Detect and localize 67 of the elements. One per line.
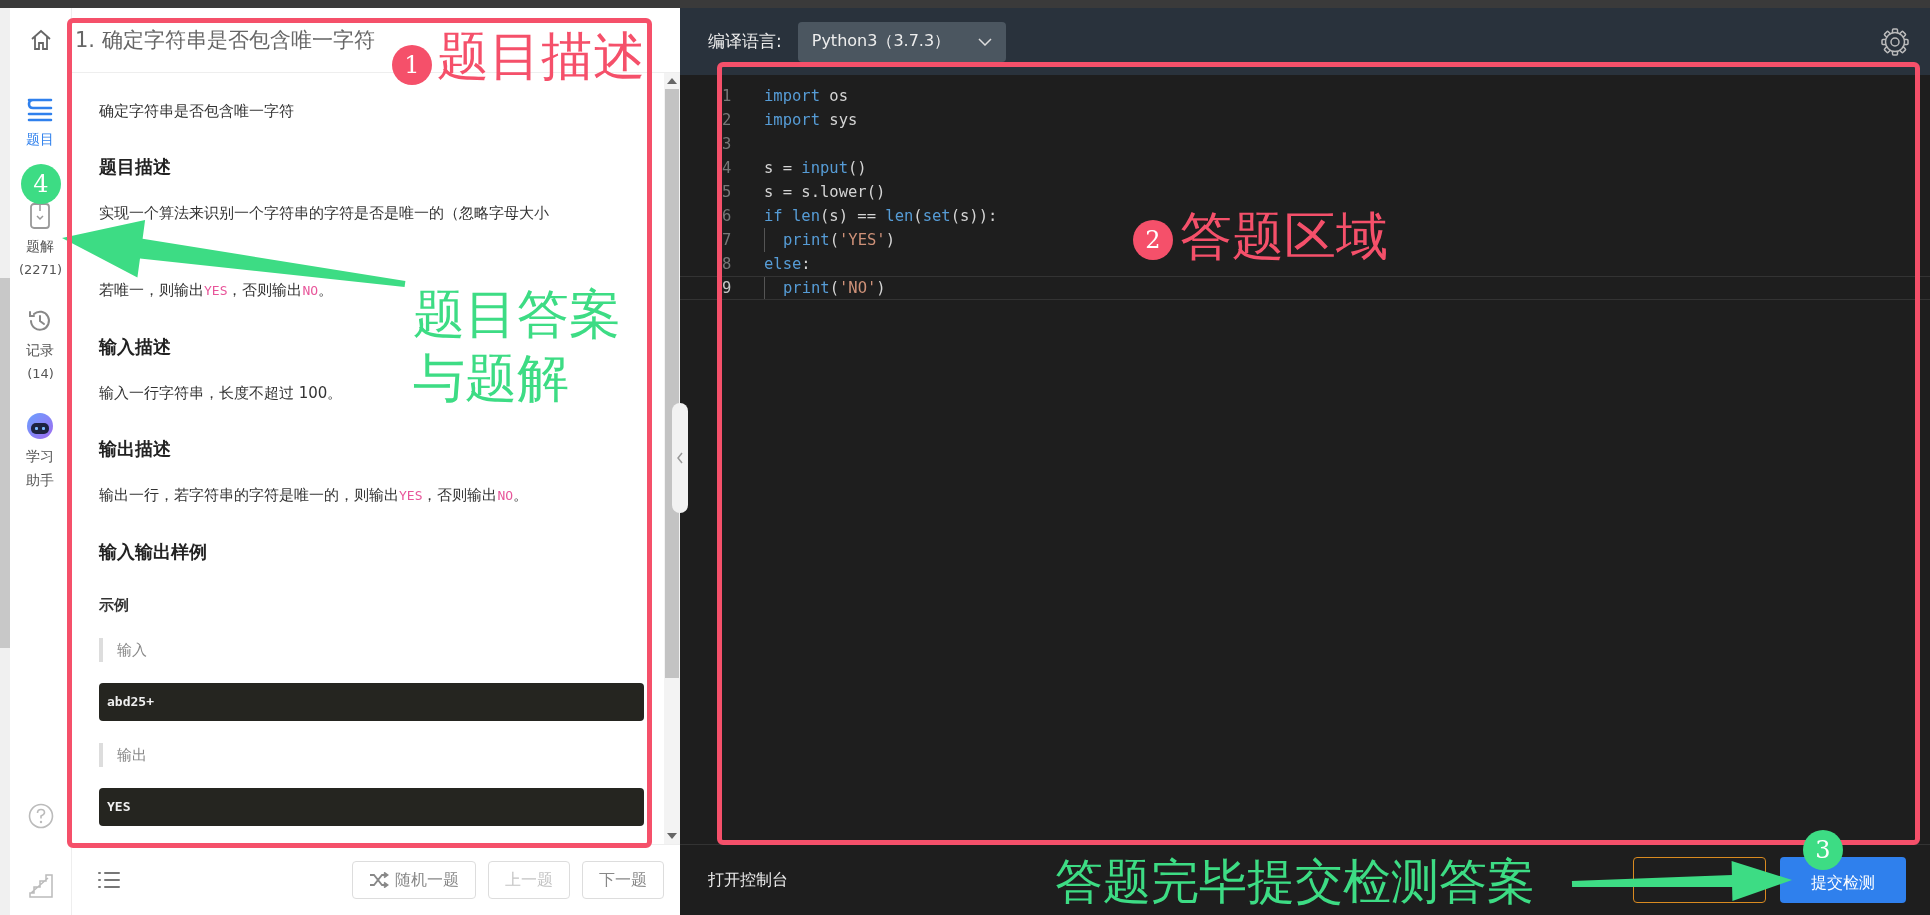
line-number: 3: [721, 135, 733, 153]
line-number: 1: [721, 87, 733, 105]
count-label: (14): [27, 366, 54, 382]
code-line: else:: [764, 255, 811, 273]
sample-label: 输入: [117, 641, 147, 659]
sidebar-item[interactable]: 题解 (2271): [18, 202, 63, 278]
scrollbar-thumb[interactable]: [0, 278, 10, 648]
sample-label: 输出: [117, 746, 147, 764]
settings-icon[interactable]: [1880, 26, 1910, 57]
sidebar-item[interactable]: 题目: [25, 97, 56, 151]
callout-caption: 题目描述: [437, 26, 645, 86]
code-line: import os: [764, 87, 848, 105]
home-icon[interactable]: [29, 29, 52, 51]
code-line: s = s.lower(): [764, 183, 886, 201]
callout-caption: 答题完毕提交检测答案: [1055, 853, 1535, 909]
line-number: 9: [721, 279, 733, 297]
line-number: 6: [721, 207, 733, 225]
nav-button[interactable]: 下一题: [582, 861, 664, 899]
code-block: abd25+: [99, 683, 644, 721]
line-number: 8: [721, 255, 733, 273]
collapse-handle[interactable]: [672, 403, 688, 513]
callout-caption: 题目答案: [413, 284, 621, 344]
line-number: 2: [721, 111, 733, 129]
sidebar-item[interactable]: 学习助手: [25, 412, 56, 492]
section-heading: 题目描述: [99, 155, 171, 179]
section-heading: 示例: [99, 595, 129, 616]
scroll-up-icon[interactable]: [667, 77, 677, 85]
number-badge: 1: [392, 45, 432, 85]
section-heading: 输入描述: [99, 335, 171, 359]
paragraph: 若唯一，则输出YES，否则输出 NO。: [99, 280, 334, 301]
callout-caption: 与题解: [413, 348, 569, 408]
code-line: s = input(): [764, 159, 867, 177]
code-line: if len(s) == len(set(s)):: [764, 207, 998, 225]
code-line: import sys: [764, 111, 858, 129]
count-label: (2271): [18, 262, 63, 278]
robot-icon: [26, 412, 55, 440]
document-icon: [29, 202, 52, 230]
console-toggle[interactable]: 打开控制台: [708, 869, 788, 891]
paragraph: 输入一行字符串，长度不超过 100。: [99, 383, 343, 404]
sidebar-label: 题解: [25, 237, 56, 256]
number-badge: 4: [21, 164, 61, 204]
paragraph: 实现一个算法来识别一个字符串的字符是否是唯一的（忽略字母大小: [99, 203, 549, 224]
code-line: print('NO'): [782, 279, 886, 297]
section-heading: 输出描述: [99, 437, 171, 461]
code-line: print('YES'): [782, 231, 896, 249]
paragraph: 确定字符串是否包含唯一字符: [99, 101, 294, 122]
sidebar-label: 记录: [25, 341, 56, 360]
callout-caption: 答题区域: [1180, 206, 1388, 266]
line-number: 5: [721, 183, 733, 201]
sidebar-label: 题目: [25, 130, 56, 149]
language-label: 编译语言:: [708, 30, 782, 53]
chevron-down-icon: [978, 37, 993, 46]
scroll-down-icon[interactable]: [667, 832, 677, 840]
menu-icon[interactable]: [97, 870, 121, 890]
submit-button[interactable]: 提交检测: [1780, 857, 1906, 903]
sidebar-label: 学习助手: [25, 447, 56, 490]
line-number: 7: [721, 231, 733, 249]
problem-title: 1. 确定字符串是否包含唯一字符: [75, 27, 375, 54]
code-block: YES: [99, 788, 644, 826]
nav-button[interactable]: 随机一题: [352, 861, 476, 899]
shuffle-icon: [369, 872, 389, 888]
line-number: 4: [721, 159, 733, 177]
sidebar-item[interactable]: 记录 (14): [25, 308, 56, 382]
scrollbar-thumb[interactable]: [665, 89, 679, 678]
section-heading: 输入输出样例: [99, 540, 207, 564]
paragraph: 输出一行，若字符串的字符是唯一的，则输出YES，否则输出 NO。: [99, 485, 529, 506]
language-select[interactable]: Python3（3.7.3）: [797, 21, 1007, 62]
